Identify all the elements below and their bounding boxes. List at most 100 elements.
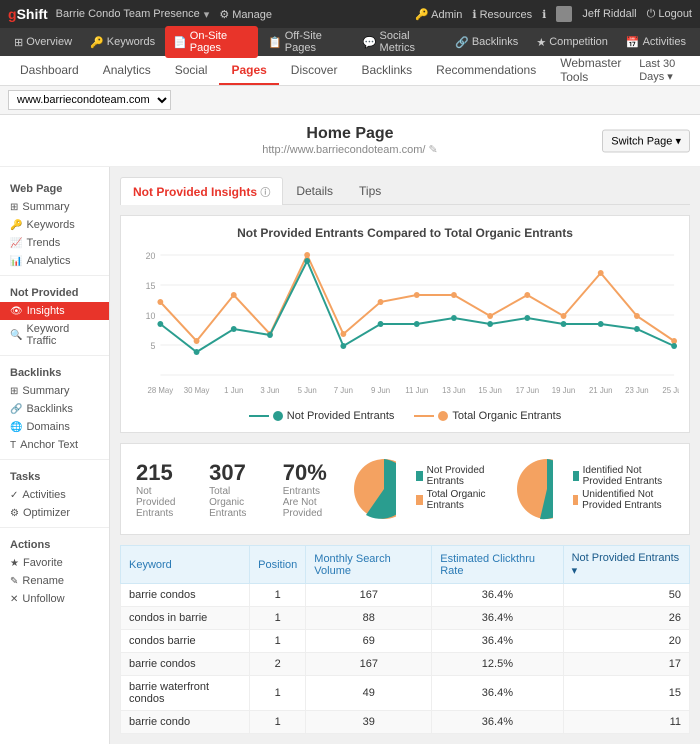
stat-total-organic-label: Total Organic Entrants <box>209 486 253 519</box>
sidebar-item-keyword-traffic[interactable]: 🔍 Keyword Traffic <box>0 320 109 350</box>
table-body: barrie condos 1 167 36.4% 50 condos in b… <box>121 584 690 734</box>
edit-icon[interactable]: ✎ <box>429 144 438 156</box>
cell-not-provided-entrants: 26 <box>563 607 689 630</box>
th-position[interactable]: Position <box>250 546 306 584</box>
star-icon: ★ <box>10 558 19 569</box>
sidebar-item-unfollow[interactable]: ✕ Unfollow <box>0 590 109 608</box>
cell-monthly-search-volume: 39 <box>306 711 432 734</box>
th-monthly-search-volume[interactable]: Monthly Search Volume <box>306 546 432 584</box>
pie-chart-1-area: Not Provided Entrants Total Organic Entr… <box>349 454 512 524</box>
logout-link[interactable]: ⏻ Logout <box>647 8 692 21</box>
sidebar-divider-1 <box>0 275 109 276</box>
admin-link[interactable]: 🔑 Admin <box>415 8 462 21</box>
svg-text:3 Jun: 3 Jun <box>260 386 279 395</box>
sidebar-item-rename[interactable]: ✎ Rename <box>0 572 109 590</box>
svg-text:5 Jun: 5 Jun <box>298 386 317 395</box>
tab-backlinks[interactable]: Backlinks <box>349 57 424 85</box>
pie1-swatch-not-provided <box>416 471 423 481</box>
analytics-icon: 📊 <box>10 256 22 267</box>
sidebar-item-favorite[interactable]: ★ Favorite <box>0 554 109 572</box>
content-tab-details[interactable]: Details <box>283 177 346 204</box>
cell-monthly-search-volume: 167 <box>306 584 432 607</box>
chart-area: 20 15 10 5 <box>131 245 679 405</box>
sidebar-item-keywords[interactable]: 🔑 Keywords <box>0 216 109 234</box>
sidebar-item-insights[interactable]: 👁 Insights <box>0 302 109 320</box>
nav-backlinks[interactable]: 🔗 Backlinks <box>447 32 526 53</box>
sidebar-divider-4 <box>0 527 109 528</box>
cell-monthly-search-volume: 49 <box>306 676 432 711</box>
nav-off-site-pages[interactable]: 📋 Off-Site Pages <box>260 26 353 58</box>
cell-monthly-search-volume: 69 <box>306 630 432 653</box>
x-icon: ✕ <box>10 594 18 605</box>
th-keyword[interactable]: Keyword <box>121 546 250 584</box>
sidebar-item-summary[interactable]: ⊞ Summary <box>0 198 109 216</box>
page-header: Home Page http://www.barriecondoteam.com… <box>0 115 700 167</box>
date-range-selector[interactable]: Last 30 Days ▾ <box>639 58 692 83</box>
sidebar-item-anchor-text[interactable]: T Anchor Text <box>0 436 109 454</box>
tab-analytics[interactable]: Analytics <box>91 57 163 85</box>
sidebar-divider-3 <box>0 459 109 460</box>
resources-link[interactable]: ℹ Resources <box>472 8 532 21</box>
pencil-icon: ✎ <box>10 576 18 587</box>
pie2-swatch-identified <box>573 471 579 481</box>
tab-webmaster-tools[interactable]: Webmaster Tools <box>548 50 639 92</box>
stat-not-provided-number: 215 <box>136 460 179 486</box>
tab-info-icon: ⓘ <box>260 188 270 199</box>
cell-not-provided-entrants: 17 <box>563 653 689 676</box>
cell-position: 1 <box>250 630 306 653</box>
sidebar-item-analytics[interactable]: 📊 Analytics <box>0 252 109 270</box>
cell-keyword: barrie condos <box>121 584 250 607</box>
sidebar-item-domains[interactable]: 🌐 Domains <box>0 418 109 436</box>
sidebar-item-bl-summary[interactable]: ⊞ Summary <box>0 382 109 400</box>
content-tab-not-provided-insights[interactable]: Not Provided Insights ⓘ <box>120 177 283 205</box>
cell-not-provided-entrants: 11 <box>563 711 689 734</box>
nav-on-site-pages[interactable]: 📄 On-Site Pages <box>165 26 258 58</box>
svg-text:30 May: 30 May <box>184 386 210 395</box>
top-nav-right: 🔑 Admin ℹ Resources ℹ Jeff Riddall ⏻ Log… <box>415 6 692 22</box>
svg-text:7 Jun: 7 Jun <box>334 386 353 395</box>
cell-estimated-clickthru-rate: 36.4% <box>432 607 563 630</box>
brand-selector[interactable]: Barrie Condo Team Presence ▾ <box>56 8 210 21</box>
svg-text:28 May: 28 May <box>148 386 174 395</box>
sidebar-item-activities[interactable]: ✓ Activities <box>0 486 109 504</box>
tab-recommendations[interactable]: Recommendations <box>424 57 548 85</box>
th-estimated-clickthru-rate[interactable]: Estimated Clickthru Rate <box>432 546 563 584</box>
tab-social[interactable]: Social <box>163 57 220 85</box>
nav-keywords[interactable]: 🔑 Keywords <box>82 32 163 53</box>
pie-chart-2-area: Identified Not Provided Entrants Unident… <box>512 454 689 524</box>
stat-not-provided: 215 Not Provided Entrants <box>121 460 194 519</box>
main-layout: Web Page ⊞ Summary 🔑 Keywords 📈 Trends 📊… <box>0 167 700 744</box>
sidebar-divider-2 <box>0 355 109 356</box>
link-icon: 🔗 <box>10 404 22 415</box>
sidebar-section-not-provided: Not Provided <box>0 281 109 302</box>
table-row: condos in barrie 1 88 36.4% 26 <box>121 607 690 630</box>
stat-percent-number: 70% <box>283 460 334 486</box>
nav-overview[interactable]: ⊞ Overview <box>6 32 80 53</box>
sidebar-item-bl-backlinks[interactable]: 🔗 Backlinks <box>0 400 109 418</box>
tab-pages[interactable]: Pages <box>219 57 278 85</box>
eye-icon: 👁 <box>10 306 23 317</box>
cell-not-provided-entrants: 20 <box>563 630 689 653</box>
sidebar-section-web-page: Web Page <box>0 177 109 198</box>
legend-not-provided: Not Provided Entrants <box>249 410 395 422</box>
tab-discover[interactable]: Discover <box>279 57 350 85</box>
cell-estimated-clickthru-rate: 36.4% <box>432 711 563 734</box>
tab-dashboard[interactable]: Dashboard <box>8 57 91 85</box>
sidebar-item-optimizer[interactable]: ⚙ Optimizer <box>0 504 109 522</box>
stat-total-organic: 307 Total Organic Entrants <box>194 460 268 519</box>
url-select[interactable]: www.barriecondoteam.com <box>8 90 171 110</box>
stats-row: 215 Not Provided Entrants 307 Total Orga… <box>120 443 690 535</box>
sidebar-item-trends[interactable]: 📈 Trends <box>0 234 109 252</box>
data-table: Keyword Position Monthly Search Volume E… <box>120 545 690 734</box>
switch-page-button[interactable]: Switch Page ▾ <box>602 129 690 152</box>
manage-link[interactable]: ⚙ Manage <box>219 8 272 21</box>
nav-social-metrics[interactable]: 💬 Social Metrics <box>355 26 445 58</box>
table-row: barrie condos 1 167 36.4% 50 <box>121 584 690 607</box>
content-tab-tips[interactable]: Tips <box>346 177 394 204</box>
grid-icon: ⊞ <box>10 202 18 213</box>
top-nav: gShift Barrie Condo Team Presence ▾ ⚙ Ma… <box>0 0 700 28</box>
th-not-provided-entrants[interactable]: Not Provided Entrants ▾ <box>563 546 689 584</box>
chart-container: Not Provided Entrants Compared to Total … <box>120 215 690 433</box>
stat-percent: 70% Entrants Are Not Provided <box>268 460 349 519</box>
check-icon: ✓ <box>10 490 18 501</box>
